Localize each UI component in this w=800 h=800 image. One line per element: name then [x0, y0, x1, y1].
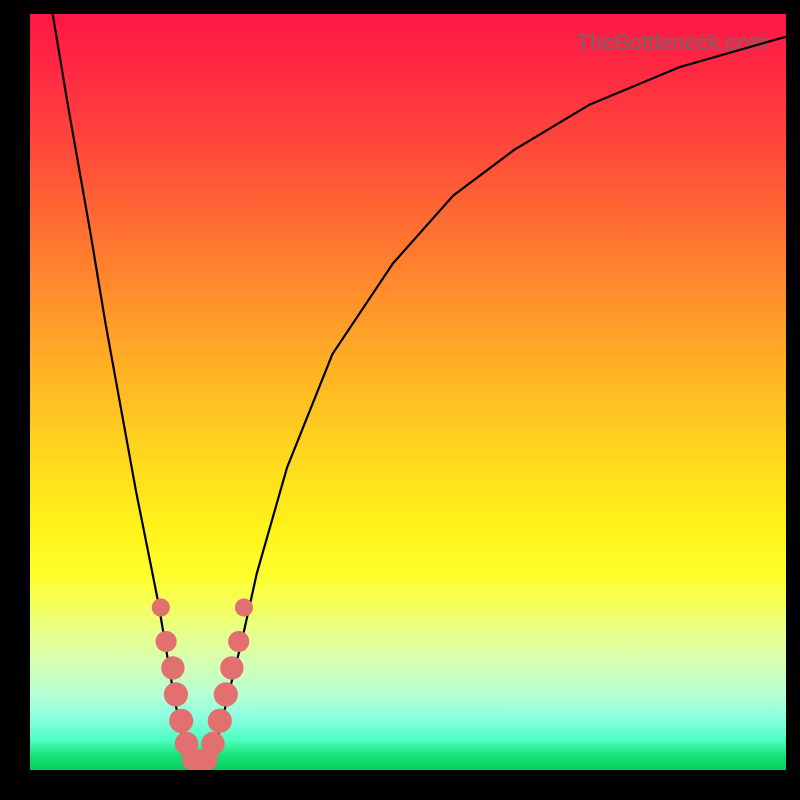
chart-frame: TheBottleneck.com [0, 0, 800, 800]
highlight-dot [220, 656, 243, 679]
highlight-dots-group [152, 598, 253, 770]
highlight-dot [161, 656, 184, 679]
highlight-dot [208, 709, 232, 733]
highlight-dot [228, 631, 249, 652]
highlight-dot [152, 598, 170, 616]
curve-svg [30, 14, 786, 770]
highlight-dot [164, 682, 188, 706]
highlight-dot [156, 631, 177, 652]
plot-area: TheBottleneck.com [30, 14, 786, 770]
highlight-dot [169, 709, 193, 733]
highlight-dot [201, 732, 224, 755]
highlight-dot [235, 598, 253, 616]
highlight-dot [214, 682, 238, 706]
bottleneck-curve [53, 14, 786, 765]
